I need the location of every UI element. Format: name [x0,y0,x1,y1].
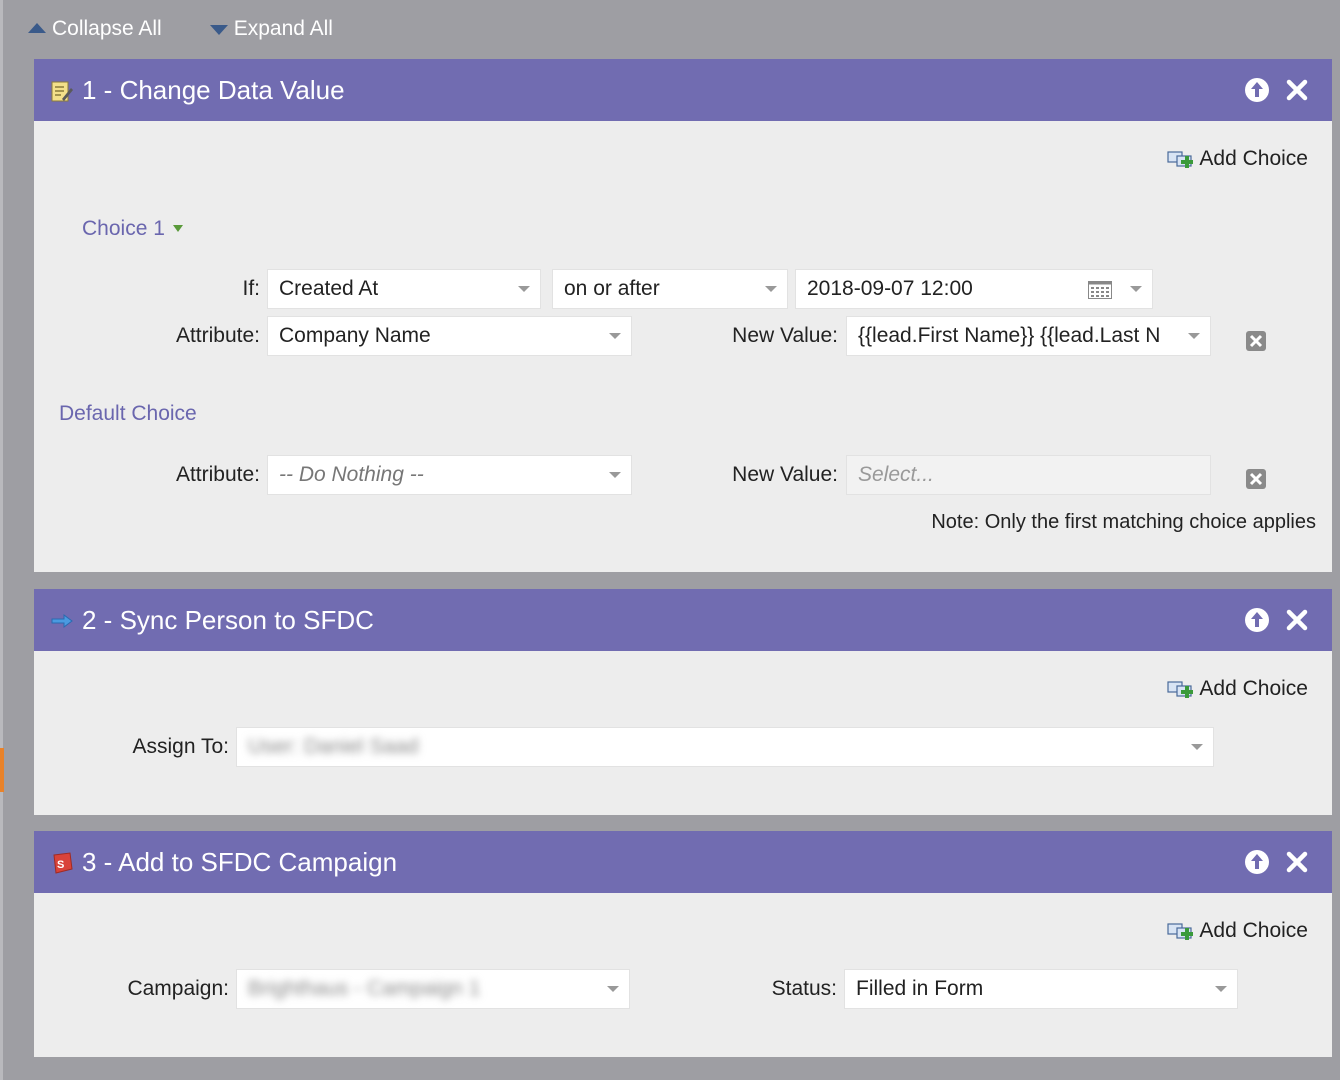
add-choice-label: Add Choice [1199,677,1308,700]
delete-default-choice-icon[interactable] [1245,468,1267,490]
if-operator-value: on or after [564,277,660,300]
attribute-value: Company Name [279,324,431,347]
chevron-down-icon [1215,986,1227,992]
if-operator-select[interactable]: on or after [552,269,788,309]
step-header[interactable]: 1 - Change Data Value [34,59,1332,121]
new-value-label: New Value: [732,324,838,347]
choice-1-label: Choice 1 [82,217,165,240]
edit-note-icon [51,81,73,102]
delete-choice-icon[interactable] [1245,330,1267,352]
if-date-input[interactable]: 2018-09-07 12:00 [795,269,1153,309]
new-value-text: {{lead.First Name}} {{lead.Last N [858,324,1161,347]
campaign-value: Brighthaus - Campaign 1 [248,977,481,1000]
salesforce-campaign-icon: S [53,852,73,874]
chevron-down-icon [609,333,621,339]
expand-all-label: Expand All [233,17,333,40]
left-edge-strip [0,0,3,1080]
choice-arrow-icon [172,225,183,232]
campaign-label: Campaign: [127,977,229,1000]
default-new-value-label: New Value: [732,463,838,486]
add-choice-button[interactable]: Add Choice [1167,147,1308,171]
assign-to-label: Assign To: [132,735,230,758]
step-header[interactable]: 2 - Sync Person to SFDC [34,589,1332,651]
add-choice-label: Add Choice [1199,147,1308,170]
add-choice-icon [1167,923,1194,940]
chevron-down-icon [765,286,777,292]
if-field-value: Created At [279,277,379,300]
close-icon[interactable] [1284,607,1310,633]
status-label: Status: [771,977,837,1000]
default-attribute-select[interactable]: -- Do Nothing -- [267,455,632,495]
collapse-all-label: Collapse All [52,17,162,40]
add-choice-icon [1167,681,1194,698]
collapse-all-link[interactable]: Collapse All [28,17,162,41]
chevron-down-icon [518,286,530,292]
default-new-value-placeholder: Select... [858,463,934,486]
expand-down-icon [209,25,228,35]
move-up-icon[interactable] [1244,849,1270,875]
add-choice-button[interactable]: Add Choice [1167,677,1308,701]
flow-step-sync-person: 2 - Sync Person to SFDC Add Choice Assig… [34,589,1332,815]
step-title: 1 - Change Data Value [82,75,345,105]
chevron-down-icon [1188,333,1200,339]
default-attribute-value: -- Do Nothing -- [279,463,424,486]
attribute-select[interactable]: Company Name [267,316,632,356]
close-icon[interactable] [1284,77,1310,103]
chevron-down-icon [1191,744,1203,750]
add-choice-button[interactable]: Add Choice [1167,919,1308,943]
choice-1-toggle[interactable]: Choice 1 [82,217,183,241]
if-field-select[interactable]: Created At [267,269,541,309]
chevron-down-icon [607,986,619,992]
calendar-icon[interactable] [1088,281,1112,299]
svg-text:S: S [57,859,64,871]
flow-step-change-data-value: 1 - Change Data Value Add Choice Choice … [34,59,1332,572]
status-value: Filled in Form [856,977,984,1000]
if-date-value: 2018-09-07 12:00 [807,277,973,300]
campaign-select[interactable]: Brighthaus - Campaign 1 [236,969,630,1009]
step-title: 3 - Add to SFDC Campaign [82,847,398,877]
add-choice-icon [1167,151,1194,168]
default-attribute-label: Attribute: [175,463,260,486]
expand-all-link[interactable]: Expand All [209,17,333,41]
choice-note: Note: Only the first matching choice app… [931,511,1316,533]
chevron-down-icon [609,472,621,478]
step-header[interactable]: S 3 - Add to SFDC Campaign [34,831,1332,893]
attribute-label: Attribute: [175,324,260,347]
chevron-down-icon [1130,286,1142,292]
side-indicator [0,748,4,792]
flow-step-add-to-campaign: S 3 - Add to SFDC Campaign Add Choice Ca… [34,831,1332,1057]
default-choice-label: Default Choice [59,402,197,425]
status-select[interactable]: Filled in Form [844,969,1238,1009]
default-new-value-select[interactable]: Select... [846,455,1211,495]
sync-arrow-icon [51,614,73,628]
assign-to-select[interactable]: User: Daniel Saad [236,727,1214,767]
flow-toolbar: Collapse All Expand All [28,14,333,44]
new-value-select[interactable]: {{lead.First Name}} {{lead.Last N [846,316,1211,356]
close-icon[interactable] [1284,849,1310,875]
if-label: If: [242,277,260,300]
move-up-icon[interactable] [1244,607,1270,633]
step-title: 2 - Sync Person to SFDC [82,605,374,635]
move-up-icon[interactable] [1244,77,1270,103]
add-choice-label: Add Choice [1199,919,1308,942]
assign-to-value: User: Daniel Saad [248,735,419,758]
collapse-up-icon [28,23,46,33]
